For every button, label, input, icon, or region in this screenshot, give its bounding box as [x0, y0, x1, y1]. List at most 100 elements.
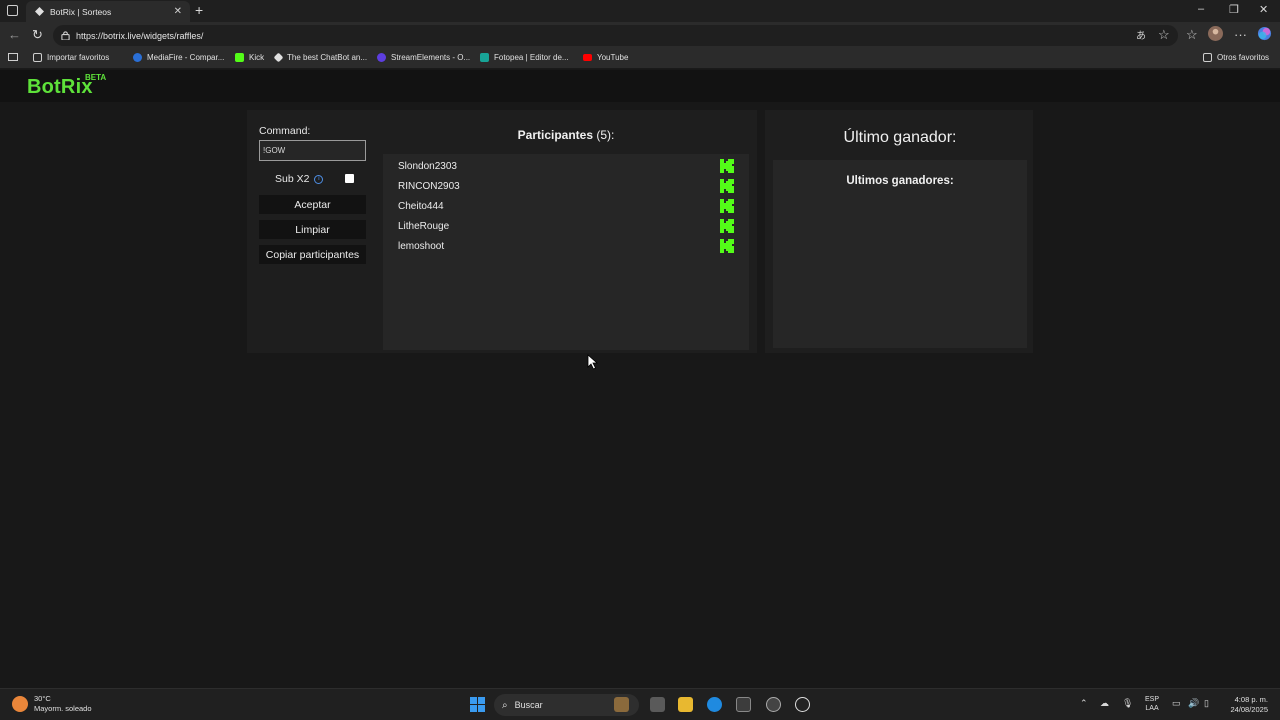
clock-date: 24/08/2025 [1230, 705, 1268, 714]
streamelements-icon [377, 53, 386, 62]
folder-icon [1203, 53, 1212, 62]
lang-bottom: LAA [1145, 705, 1159, 712]
bookmark-label: YouTube [597, 53, 629, 62]
edge-browser-icon[interactable] [707, 697, 722, 712]
search-highlight-icon[interactable] [614, 697, 629, 712]
youtube-icon [583, 54, 592, 61]
bookmark-streamelements[interactable]: StreamElements - O... [377, 53, 470, 62]
back-icon[interactable]: ← [8, 27, 21, 42]
list-item[interactable]: Cheito444 [398, 198, 734, 214]
bookmark-label: Kick [249, 53, 265, 62]
clear-button[interactable]: Limpiar [259, 220, 366, 239]
accept-button[interactable]: Aceptar [259, 195, 366, 214]
minimize-button[interactable]: – [1198, 3, 1204, 15]
bookmark-kick[interactable]: Kick [235, 53, 264, 62]
more-menu-icon[interactable]: ··· [1234, 27, 1247, 42]
windows-taskbar: 30°C Mayorm. soleado ⌕ Buscar ⌃ ☁ 🎙 ESP … [0, 688, 1280, 720]
kick-icon [720, 179, 734, 193]
list-item[interactable]: lemoshoot [398, 238, 734, 254]
language-indicator[interactable]: ESP LAA [1145, 695, 1159, 713]
tab-title: BotRix | Sorteos [50, 6, 112, 17]
tab-close-icon[interactable]: ✕ [174, 6, 182, 17]
restore-button[interactable]: ❐ [1229, 3, 1239, 16]
participant-name: LitheRouge [398, 220, 450, 232]
clock[interactable]: 4:08 p. m. 24/08/2025 [1222, 695, 1268, 715]
url-field[interactable]: https://botrix.live/widgets/raffles/ [53, 25, 1178, 46]
browser-tab[interactable]: BotRix | Sorteos ✕ [26, 1, 190, 22]
kick-icon [720, 239, 734, 253]
last-winner-title: Último ganador: [843, 129, 957, 146]
sub-x2-row: Sub X2 i [275, 173, 324, 185]
mediafire-icon [133, 53, 142, 62]
bookmark-label: Importar favoritos [47, 53, 110, 62]
battery-icon[interactable]: ▯ [1204, 698, 1209, 709]
network-icon[interactable]: ▭ [1172, 698, 1181, 709]
weather-text: Mayorm. soleado [34, 704, 92, 713]
bookmark-mediafire[interactable]: MediaFire - Compar... [133, 53, 224, 62]
command-input[interactable] [259, 140, 366, 161]
windows-start-icon[interactable] [470, 697, 485, 712]
weather-widget[interactable]: 30°C Mayorm. soleado [12, 694, 92, 714]
profile-avatar[interactable] [1208, 26, 1223, 44]
list-item[interactable]: Slondon2303 [398, 158, 734, 174]
participant-name: Slondon2303 [398, 160, 457, 172]
search-icon: ⌕ [502, 699, 508, 711]
app-icon[interactable] [766, 697, 781, 712]
microphone-icon[interactable]: 🎙 [1122, 698, 1133, 709]
list-item[interactable]: RINCON2903 [398, 178, 734, 194]
sub-x2-checkbox[interactable] [345, 174, 354, 183]
tray-overflow-icon[interactable]: ⌃ [1080, 698, 1088, 709]
site-info-icon[interactable] [61, 31, 70, 40]
participant-name: lemoshoot [398, 240, 445, 252]
site-header: BotRix BETA [0, 70, 1280, 102]
bookmark-import[interactable]: Importar favoritos [33, 53, 109, 62]
sub-x2-label: Sub X2 [275, 173, 310, 185]
participant-name: Cheito444 [398, 200, 444, 212]
file-explorer-icon[interactable] [678, 697, 693, 712]
close-window-button[interactable]: ✕ [1259, 3, 1268, 16]
bookmark-chatbot[interactable]: The best ChatBot an... [273, 52, 367, 63]
participants-label: Participantes [517, 128, 594, 142]
copy-participants-button[interactable]: Copiar participantes [259, 245, 366, 264]
list-item[interactable]: LitheRouge [398, 218, 734, 234]
copilot-icon[interactable] [1257, 26, 1272, 44]
botrix-icon [273, 52, 284, 63]
volume-icon[interactable]: 🔊 [1188, 698, 1199, 709]
bookmark-photopea[interactable]: Fotopea | Editor de... [480, 53, 569, 62]
import-icon [33, 53, 42, 62]
mouse-cursor-icon [587, 354, 599, 370]
sun-icon [12, 696, 28, 712]
store-icon[interactable] [736, 697, 751, 712]
onedrive-icon[interactable]: ☁ [1100, 698, 1109, 709]
search-label: Buscar [514, 700, 543, 710]
kick-icon [235, 53, 244, 62]
beta-badge: BETA [85, 73, 107, 82]
winners-list [773, 160, 1027, 348]
kick-icon [720, 219, 734, 233]
new-tab-button[interactable]: + [195, 2, 203, 18]
translate-icon[interactable]: あ [1136, 27, 1146, 42]
info-icon[interactable]: i [314, 174, 324, 184]
participants-count: (5): [596, 128, 615, 142]
photopea-icon [480, 53, 489, 62]
botrix-favicon-icon [34, 7, 44, 17]
tab-actions-icon[interactable] [7, 5, 18, 16]
reload-icon[interactable]: ↻ [32, 27, 43, 43]
bookmark-youtube[interactable]: YouTube [583, 53, 628, 62]
bookmark-label: Fotopea | Editor de... [494, 53, 569, 62]
task-view-icon[interactable] [650, 697, 665, 712]
sidebar-icon[interactable] [8, 53, 18, 61]
bookmarks-bar: Importar favoritos MediaFire - Compar...… [0, 49, 1280, 69]
other-favorites-label: Otros favoritos [1217, 53, 1270, 62]
kick-icon [720, 159, 734, 173]
botrix-logo[interactable]: BotRix [27, 76, 93, 99]
media-player-icon[interactable] [795, 697, 810, 712]
favorites-icon[interactable]: ☆ [1186, 27, 1198, 43]
command-label: Command: [259, 125, 311, 137]
favorite-star-icon[interactable]: ☆ [1158, 27, 1170, 43]
other-favorites[interactable]: Otros favoritos [1203, 53, 1269, 62]
url-text: https://botrix.live/widgets/raffles/ [76, 30, 204, 41]
address-bar-row: ← ↻ https://botrix.live/widgets/raffles/… [0, 22, 1280, 49]
clock-time: 4:08 p. m. [1234, 695, 1268, 704]
participants-title: Participantes (5): [383, 128, 749, 142]
